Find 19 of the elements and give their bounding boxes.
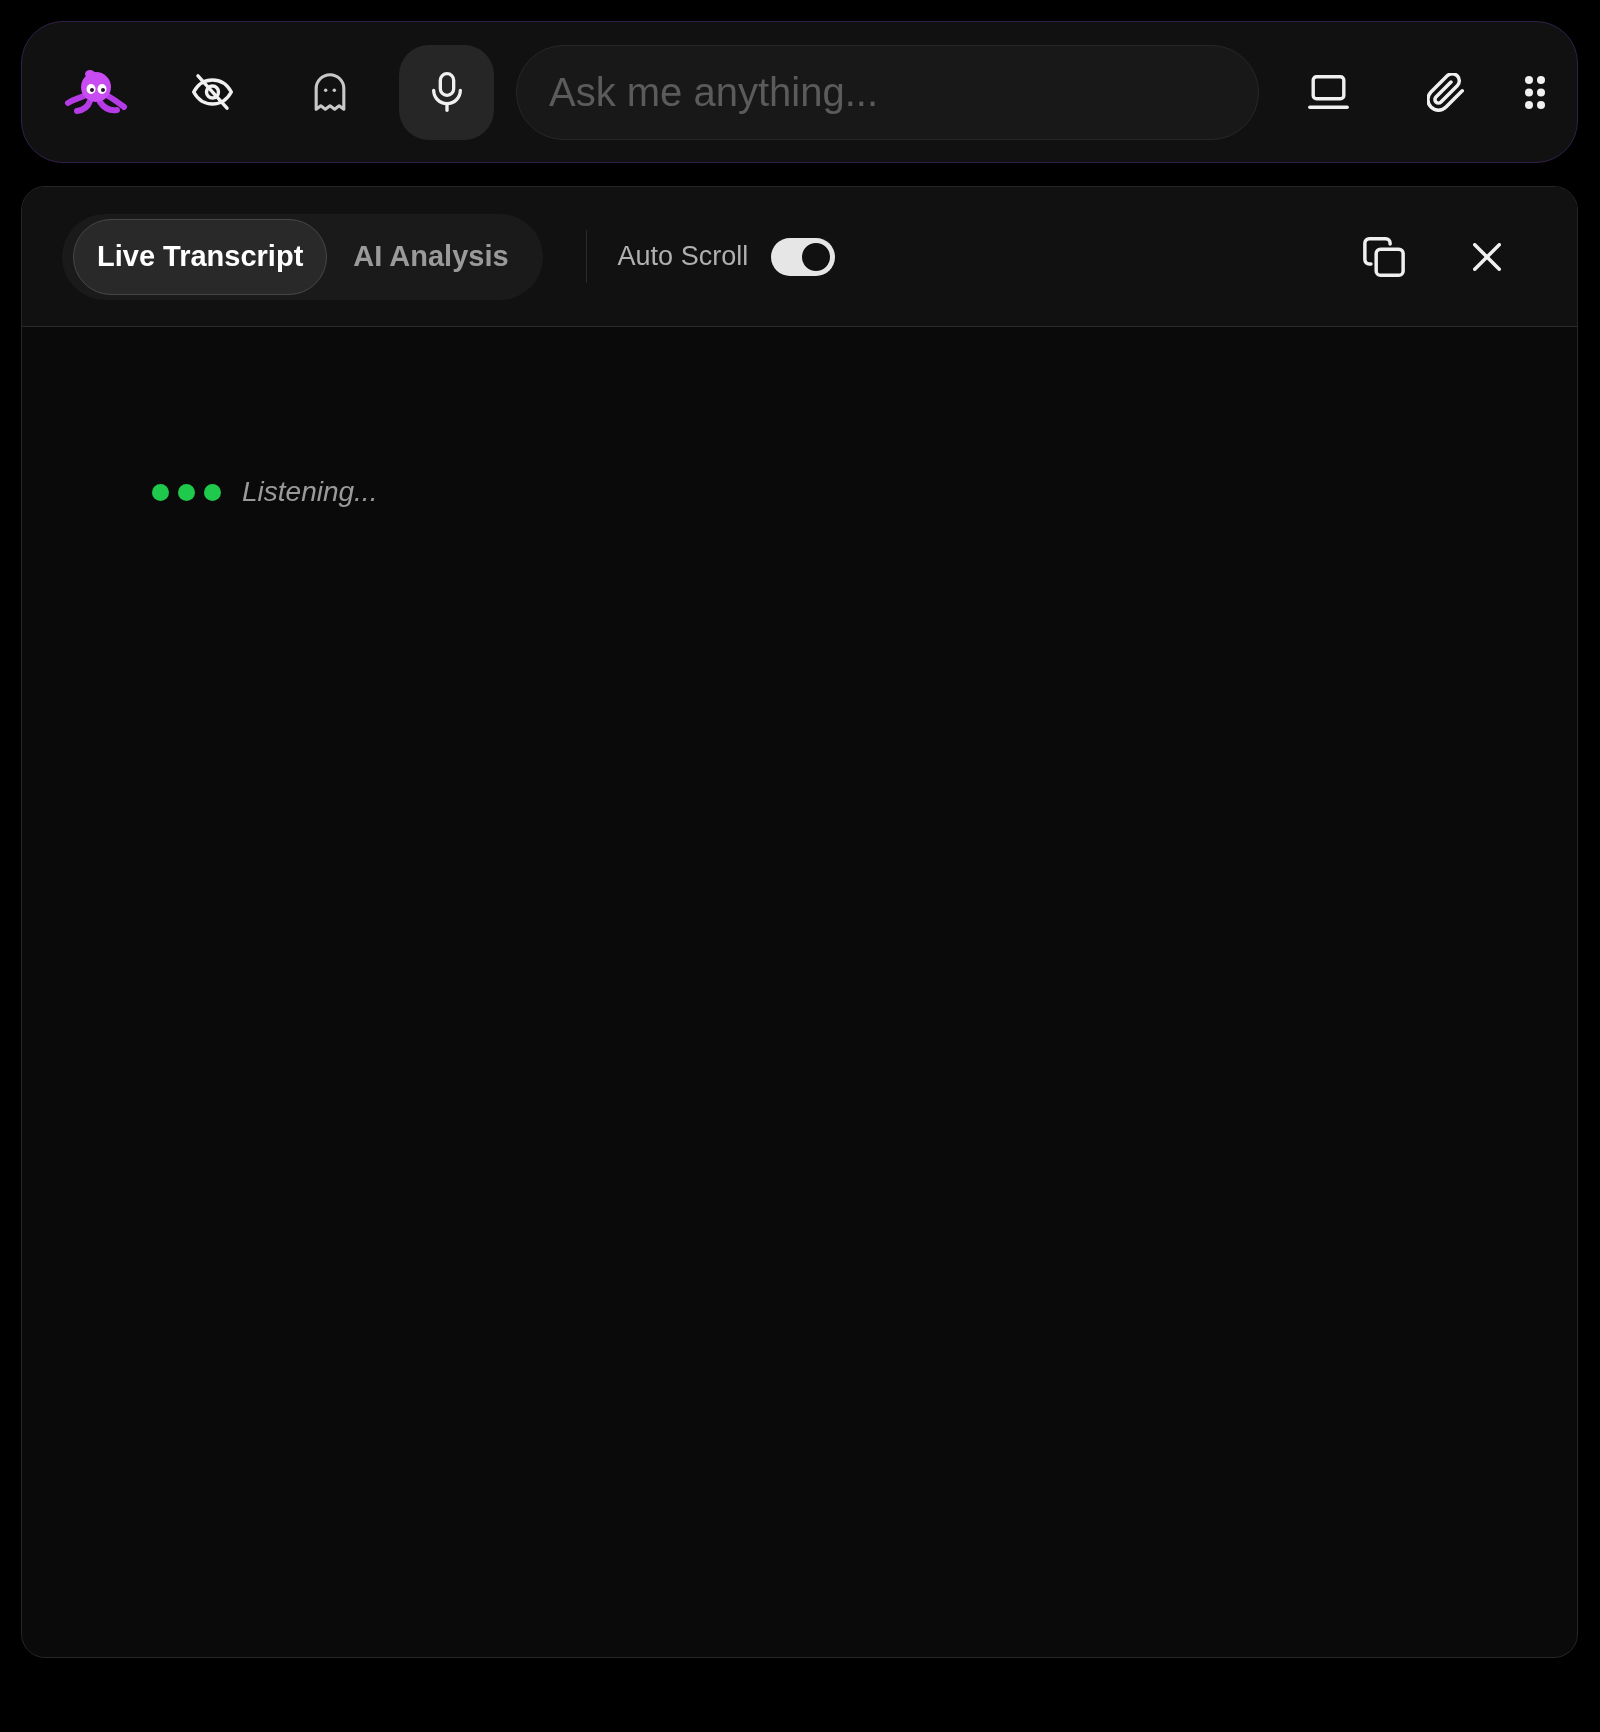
ghost-icon bbox=[313, 73, 346, 111]
paperclip-icon bbox=[1426, 72, 1465, 112]
auto-scroll-label: Auto Scroll bbox=[617, 240, 749, 274]
grip-dots-icon bbox=[1525, 75, 1545, 109]
microphone-icon bbox=[431, 72, 462, 112]
status-text: Listening... bbox=[242, 475, 378, 509]
laptop-icon bbox=[1308, 75, 1349, 109]
loading-dot-icon bbox=[152, 483, 169, 501]
panel-tab[interactable]: Live Transcript bbox=[73, 218, 328, 295]
auto-scroll-toggle[interactable] bbox=[771, 237, 836, 276]
panel-tab[interactable]: AI Analysis bbox=[329, 218, 533, 295]
eye-slash-icon bbox=[192, 73, 233, 111]
close-icon bbox=[1473, 242, 1501, 271]
loading-dot-icon bbox=[204, 483, 221, 501]
octopus-icon bbox=[63, 69, 128, 115]
ask-input-field[interactable]: Ask me anything... bbox=[516, 44, 1259, 140]
loading-dot-icon bbox=[178, 483, 195, 501]
copy-icon bbox=[1363, 236, 1405, 277]
microphone-button[interactable] bbox=[399, 44, 494, 140]
